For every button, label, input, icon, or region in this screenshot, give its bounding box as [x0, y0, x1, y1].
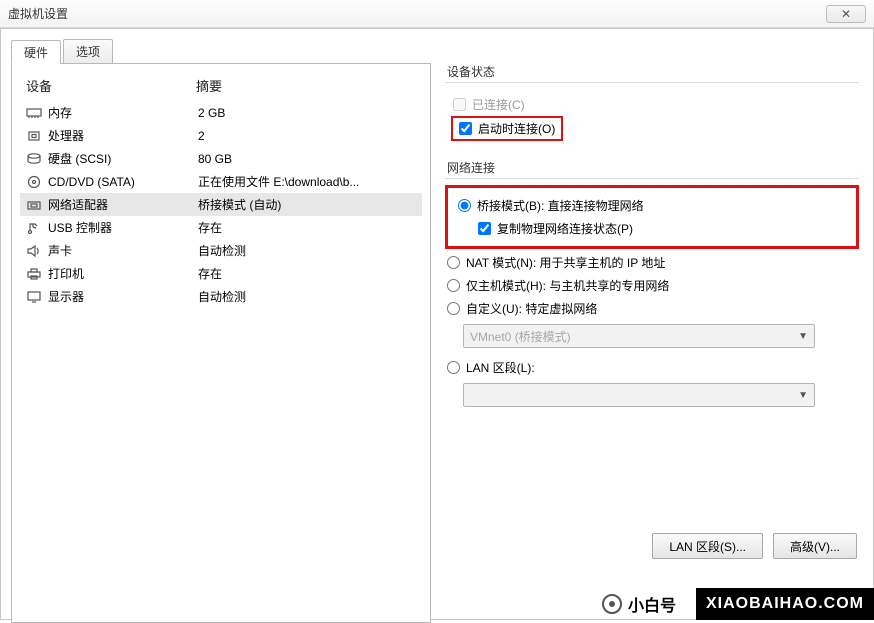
device-name: 网络适配器: [48, 196, 198, 213]
device-row-display[interactable]: 显示器自动检测: [20, 285, 422, 308]
connected-row: 已连接(C): [451, 93, 853, 116]
device-settings-panel: 设备状态 已连接(C) 启动时连接(O): [441, 63, 863, 623]
device-summary: 80 GB: [198, 152, 418, 166]
close-button[interactable]: ✕: [826, 5, 866, 23]
device-name: 处理器: [48, 127, 198, 144]
device-row-cpu[interactable]: 处理器2: [20, 124, 422, 147]
connected-checkbox: [453, 98, 466, 111]
connect-on-power-checkbox[interactable]: [459, 122, 472, 135]
connected-label: 已连接(C): [472, 96, 525, 113]
device-name: 硬盘 (SCSI): [48, 150, 198, 167]
lan-label: LAN 区段(L):: [466, 359, 535, 376]
col-summary: 摘要: [196, 76, 422, 95]
device-row-disc[interactable]: CD/DVD (SATA)正在使用文件 E:\download\b...: [20, 170, 422, 193]
tab-strip: 硬件 选项: [11, 39, 431, 63]
hdd-icon: [24, 151, 44, 167]
device-summary: 存在: [198, 219, 418, 236]
lan-segments-button[interactable]: LAN 区段(S)...: [652, 533, 763, 559]
custom-radio[interactable]: [447, 302, 460, 315]
disc-icon: [24, 174, 44, 190]
hostonly-row[interactable]: 仅主机模式(H): 与主机共享的专用网络: [445, 274, 859, 297]
nat-row[interactable]: NAT 模式(N): 用于共享主机的 IP 地址: [445, 251, 859, 274]
brand-ring-icon: [602, 594, 622, 614]
vmnet-select[interactable]: VMnet0 (桥接模式) ▼: [463, 324, 815, 348]
col-device: 设备: [26, 76, 196, 95]
device-row-hdd[interactable]: 硬盘 (SCSI)80 GB: [20, 147, 422, 170]
replicate-checkbox[interactable]: [478, 222, 491, 235]
device-summary: 2: [198, 129, 418, 143]
chevron-down-icon: ▼: [798, 390, 808, 401]
lan-select[interactable]: ▼: [463, 383, 815, 407]
device-name: CD/DVD (SATA): [48, 175, 198, 189]
device-name: 声卡: [48, 242, 198, 259]
lan-row[interactable]: LAN 区段(L):: [445, 356, 859, 379]
tab-hardware[interactable]: 硬件: [11, 40, 61, 64]
device-name: USB 控制器: [48, 219, 198, 236]
window-title: 虚拟机设置: [8, 5, 68, 22]
connect-on-power-row[interactable]: 启动时连接(O): [459, 120, 555, 137]
memory-icon: [24, 105, 44, 121]
device-row-usb[interactable]: USB 控制器存在: [20, 216, 422, 239]
tab-options[interactable]: 选项: [63, 39, 113, 63]
cpu-icon: [24, 128, 44, 144]
device-summary: 存在: [198, 265, 418, 282]
device-row-memory[interactable]: 内存2 GB: [20, 101, 422, 124]
sound-icon: [24, 243, 44, 259]
title-bar: 虚拟机设置 ✕: [0, 0, 874, 28]
custom-row[interactable]: 自定义(U): 特定虚拟网络: [445, 297, 859, 320]
device-summary: 正在使用文件 E:\download\b...: [198, 173, 418, 190]
brand-logo: 小白号: [602, 592, 676, 616]
device-name: 显示器: [48, 288, 198, 305]
lan-radio[interactable]: [447, 361, 460, 374]
printer-icon: [24, 266, 44, 282]
brand-pre-text: 小白号: [628, 592, 676, 616]
hostonly-label: 仅主机模式(H): 与主机共享的专用网络: [466, 277, 669, 294]
device-row-sound[interactable]: 声卡自动检测: [20, 239, 422, 262]
nat-label: NAT 模式(N): 用于共享主机的 IP 地址: [466, 254, 665, 271]
bridged-label: 桥接模式(B): 直接连接物理网络: [477, 197, 644, 214]
device-row-nic[interactable]: 网络适配器桥接模式 (自动): [20, 193, 422, 216]
brand-bar: XIAOBAIHAO.COM: [696, 588, 874, 620]
device-summary: 自动检测: [198, 288, 418, 305]
custom-label: 自定义(U): 特定虚拟网络: [466, 300, 597, 317]
net-conn-title: 网络连接: [445, 159, 859, 176]
device-name: 打印机: [48, 265, 198, 282]
display-icon: [24, 289, 44, 305]
chevron-down-icon: ▼: [798, 331, 808, 342]
device-state-title: 设备状态: [445, 63, 859, 80]
bridged-row[interactable]: 桥接模式(B): 直接连接物理网络: [456, 194, 848, 217]
nat-radio[interactable]: [447, 256, 460, 269]
nic-icon: [24, 197, 44, 213]
vmnet-select-value: VMnet0 (桥接模式): [470, 328, 571, 345]
device-list-panel: 设备 摘要 内存2 GB处理器2硬盘 (SCSI)80 GBCD/DVD (SA…: [11, 63, 431, 623]
advanced-button[interactable]: 高级(V)...: [773, 533, 857, 559]
replicate-label: 复制物理网络连接状态(P): [497, 220, 633, 237]
device-summary: 自动检测: [198, 242, 418, 259]
hostonly-radio[interactable]: [447, 279, 460, 292]
device-summary: 2 GB: [198, 106, 418, 120]
replicate-row[interactable]: 复制物理网络连接状态(P): [456, 217, 848, 240]
device-summary: 桥接模式 (自动): [198, 196, 418, 213]
device-row-printer[interactable]: 打印机存在: [20, 262, 422, 285]
device-name: 内存: [48, 104, 198, 121]
connect-on-power-label: 启动时连接(O): [478, 120, 555, 137]
bridged-radio[interactable]: [458, 199, 471, 212]
usb-icon: [24, 220, 44, 236]
